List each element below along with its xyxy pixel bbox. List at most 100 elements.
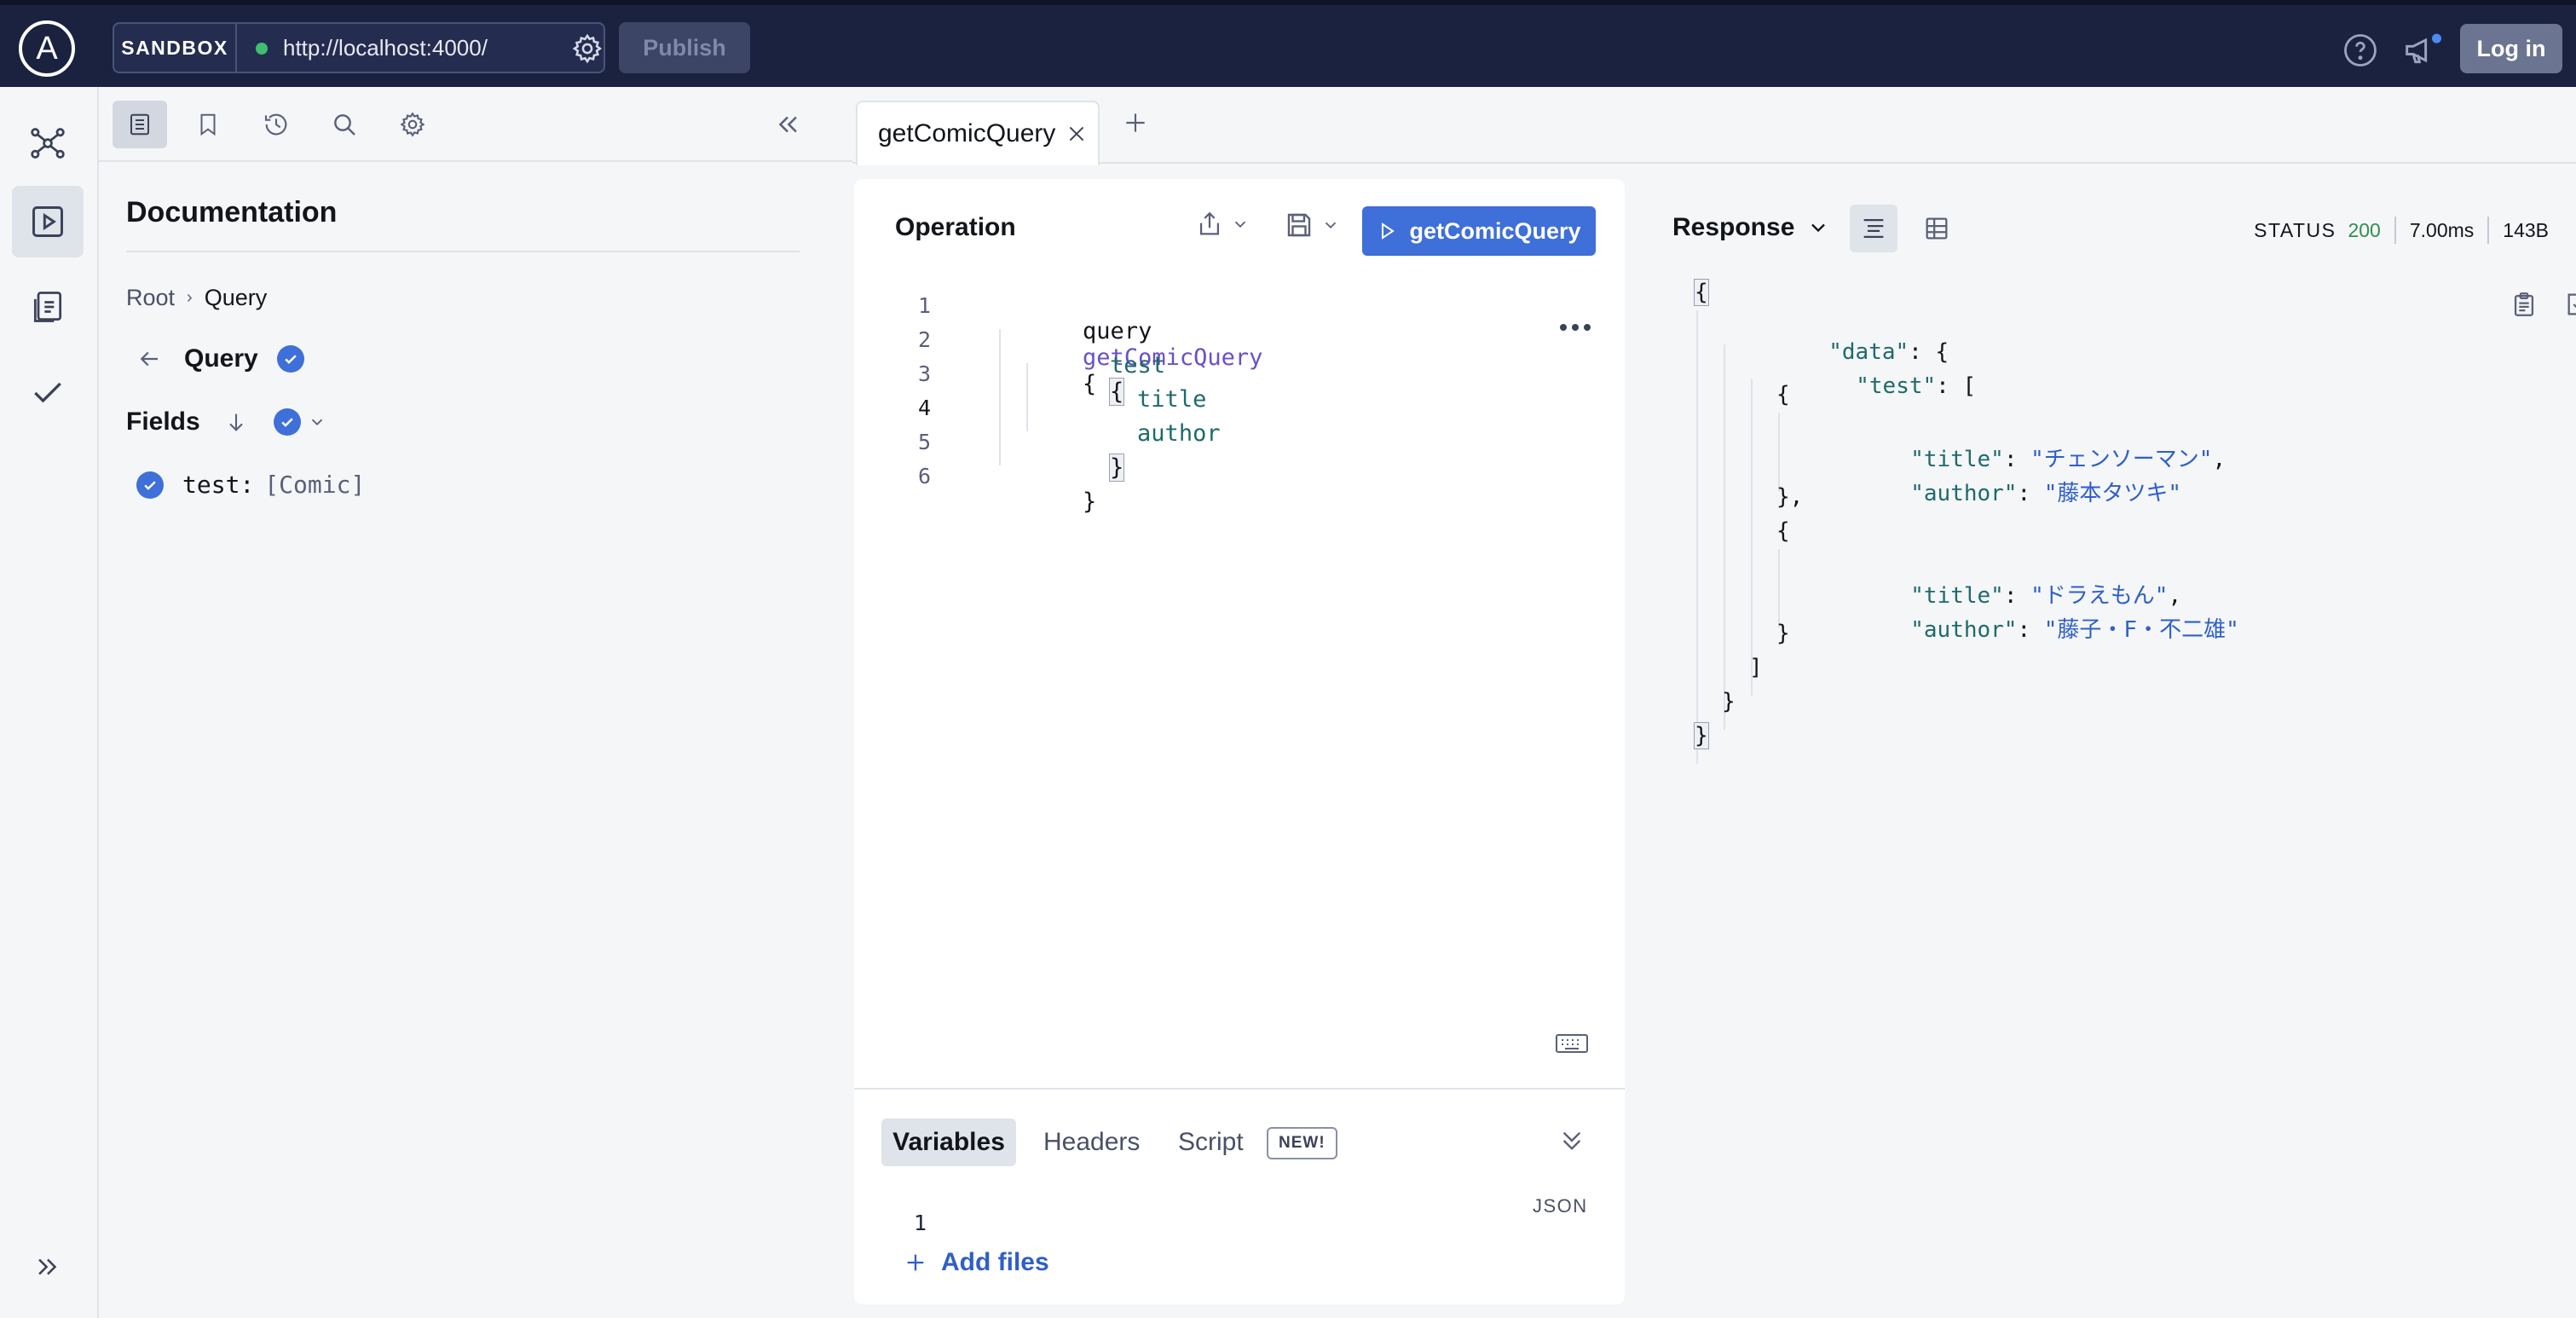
share-icon[interactable] <box>1195 210 1224 239</box>
back-arrow-icon[interactable] <box>136 346 162 372</box>
indent-guide <box>1751 379 1753 696</box>
field-checkbox-icon[interactable] <box>136 471 164 499</box>
json-bracket: ] <box>1749 655 1763 680</box>
download-icon[interactable] <box>2564 290 2576 319</box>
select-all-checkbox-icon[interactable] <box>276 345 304 373</box>
add-tab-plus-icon[interactable] <box>1122 109 1149 136</box>
response-status: STATUS 200 7.00ms 143B <box>2254 217 2549 244</box>
save-icon[interactable] <box>1284 210 1314 240</box>
json-string: "藤本タツキ" <box>2043 481 2182 506</box>
line-number: 6 <box>917 464 931 488</box>
operation-panel: Operation getComicQuery 1 2 3 4 5 6 quer… <box>854 179 1625 1304</box>
json-brace: } <box>1694 722 1709 749</box>
connection-settings-gear-icon[interactable] <box>571 32 604 65</box>
line-number-current: 4 <box>917 396 931 420</box>
query-heading-row: Query <box>136 344 304 373</box>
chevron-down-icon[interactable] <box>1231 215 1250 234</box>
copy-clipboard-icon[interactable] <box>2510 290 2538 319</box>
operation-editor[interactable]: 1 2 3 4 5 6 query getComicQuery { test {… <box>854 285 1625 540</box>
json-string: "藤子・F・不二雄" <box>2043 617 2239 643</box>
documentation-icon[interactable] <box>113 101 167 148</box>
chevron-down-icon[interactable] <box>1321 216 1340 234</box>
apollo-logo[interactable]: A <box>19 20 75 77</box>
field-row[interactable]: test: [Comic] <box>136 471 365 499</box>
fields-select-checkbox-icon[interactable] <box>273 408 301 436</box>
fields-label: Fields <box>126 408 200 436</box>
indent-guide <box>1778 549 1780 627</box>
history-icon[interactable] <box>249 101 303 148</box>
response-view-dropdown[interactable]: Response <box>1672 213 1830 242</box>
app-root: A SANDBOX http://localhost:4000/ Publish… <box>0 0 2576 1318</box>
checks-icon[interactable] <box>12 356 84 428</box>
json-label: JSON <box>1533 1195 1588 1217</box>
double-chevron-right-icon[interactable] <box>12 1231 84 1303</box>
operation-title: Operation <box>895 213 1016 241</box>
play-icon <box>1382 223 1395 240</box>
response-size: 143B <box>2503 218 2549 241</box>
response-time: 7.00ms <box>2409 218 2475 241</box>
fields-heading-row: Fields <box>126 408 326 436</box>
line-number: 2 <box>917 327 931 352</box>
help-icon[interactable] <box>2342 32 2378 68</box>
run-operation-button[interactable]: getComicQuery <box>1362 206 1596 256</box>
double-chevron-down-icon[interactable] <box>1558 1127 1585 1154</box>
close-icon[interactable] <box>1066 123 1088 145</box>
breadcrumb-root-link[interactable]: Root <box>126 285 175 311</box>
documentation-panel: Documentation Root › Query Query Fields <box>99 87 852 1318</box>
tab-bar: getComicQuery <box>852 87 2576 165</box>
json-view-icon[interactable] <box>1850 205 1897 252</box>
json-brace: { <box>1694 279 1709 306</box>
more-options-icon[interactable] <box>1558 322 1592 332</box>
share-menu[interactable] <box>1195 210 1250 239</box>
add-files-label: Add files <box>941 1248 1049 1276</box>
tab-headers[interactable]: Headers <box>1043 1119 1140 1166</box>
connection-status-dot <box>256 43 268 55</box>
tab-variables[interactable]: Variables <box>881 1119 1016 1166</box>
divider <box>2487 217 2490 244</box>
variables-section: Variables Headers Script NEW! JSON 1 Add… <box>854 1088 1625 1304</box>
chevron-down-icon[interactable] <box>308 413 326 431</box>
endpoint-box: SANDBOX http://localhost:4000/ <box>113 22 605 73</box>
operation-collections-icon[interactable] <box>12 271 84 343</box>
log-in-button[interactable]: Log in <box>2460 24 2562 73</box>
json-key: "author" <box>1910 481 2018 506</box>
search-icon[interactable] <box>317 101 372 148</box>
line-number: 3 <box>917 361 931 386</box>
line-number: 5 <box>917 430 931 454</box>
schema-graph-icon[interactable] <box>12 107 84 179</box>
run-button-label: getComicQuery <box>1409 217 1581 244</box>
json-key: "author" <box>1910 617 2018 643</box>
tab-get-comic-query[interactable]: getComicQuery <box>856 101 1100 165</box>
field-name[interactable]: test: <box>182 471 254 499</box>
chevron-down-icon <box>1811 223 1826 233</box>
field-author: author <box>1137 420 1221 447</box>
settings-icon[interactable] <box>385 101 440 148</box>
response-panel: Response STATUS 200 7.00ms 143B {"data"… <box>1640 179 2576 1304</box>
indent-guide <box>1696 310 1698 764</box>
add-files-button[interactable]: Add files <box>904 1248 1049 1277</box>
new-badge: NEW! <box>1267 1127 1337 1159</box>
json-brace: { <box>1776 518 1790 544</box>
announcement-megaphone-icon[interactable] <box>2402 31 2443 68</box>
endpoint-url-input[interactable]: http://localhost:4000/ <box>283 24 488 72</box>
bookmark-icon[interactable] <box>181 101 235 148</box>
double-chevron-left-icon[interactable] <box>760 101 815 148</box>
plus-icon <box>907 1254 924 1271</box>
tab-label: getComicQuery <box>878 119 1056 147</box>
indent-guide <box>1724 344 1725 730</box>
explorer-play-icon[interactable] <box>12 186 84 257</box>
json-brace: } <box>1776 621 1790 646</box>
json-brace: } <box>1722 689 1736 714</box>
save-menu[interactable] <box>1284 210 1340 240</box>
publish-button[interactable]: Publish <box>619 22 750 73</box>
field-type[interactable]: [Comic] <box>264 471 365 499</box>
left-rail <box>0 87 99 1318</box>
table-view-icon[interactable] <box>1913 205 1961 252</box>
tab-script[interactable]: Script <box>1178 1119 1244 1166</box>
code-line-6: } <box>972 462 1096 541</box>
keyboard-shortcuts-icon[interactable] <box>1555 1032 1589 1055</box>
sort-arrow-down-icon[interactable] <box>224 410 248 434</box>
brace: } <box>1083 488 1097 515</box>
breadcrumb: Root › Query <box>126 285 267 311</box>
status-label: STATUS <box>2254 218 2336 241</box>
